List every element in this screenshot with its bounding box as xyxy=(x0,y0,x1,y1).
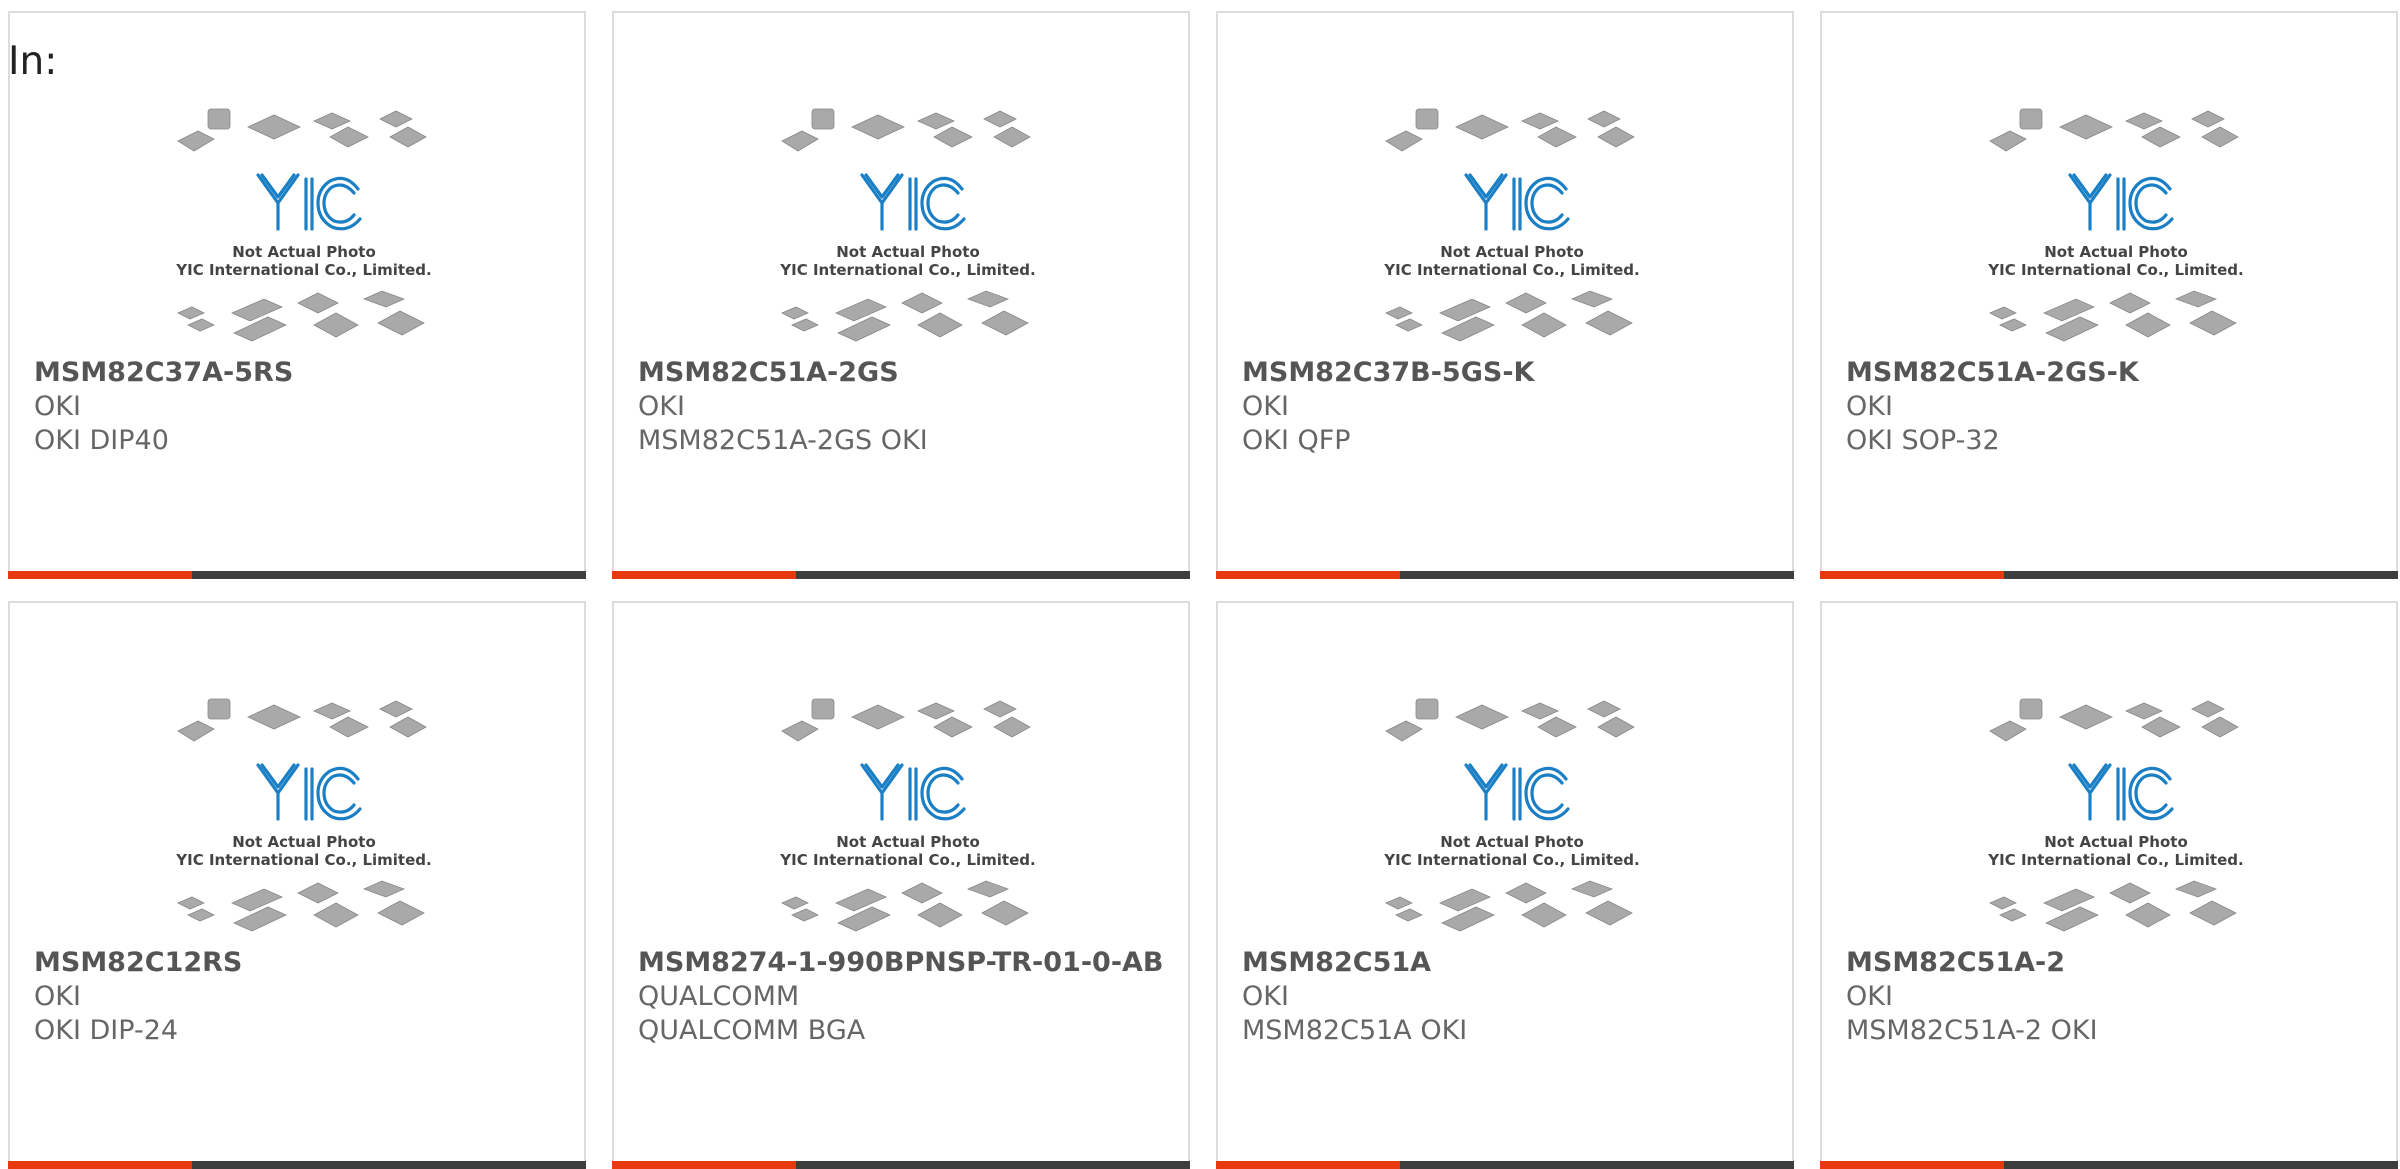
product-description: OKI DIP40 xyxy=(34,425,169,456)
part-number[interactable]: MSM82C51A xyxy=(1242,947,1431,978)
product-card[interactable]: Not Actual Photo YIC International Co., … xyxy=(8,601,586,1169)
manufacturer: OKI xyxy=(34,391,81,422)
manufacturer: OKI xyxy=(638,391,685,422)
accent-bar xyxy=(1216,1161,1794,1169)
caption-line2: YIC International Co., Limited. xyxy=(1383,261,1639,279)
product-card[interactable]: Not Actual Photo YIC International Co., … xyxy=(1216,11,1794,579)
manufacturer: QUALCOMM xyxy=(638,981,800,1012)
placeholder-photo: Not Actual Photo YIC International Co., … xyxy=(772,693,1044,943)
placeholder-photo: Not Actual Photo YIC International Co., … xyxy=(168,103,440,353)
product-description: QUALCOMM BGA xyxy=(638,1015,866,1046)
caption-line1: Not Actual Photo xyxy=(836,833,980,851)
product-card[interactable]: Not Actual Photo YIC International Co., … xyxy=(1820,11,2398,579)
product-description: OKI DIP-24 xyxy=(34,1015,179,1046)
product-description: MSM82C51A-2 OKI xyxy=(1846,1015,2098,1046)
accent-bar xyxy=(612,571,1190,579)
product-card[interactable]: Not Actual Photo YIC International Co., … xyxy=(612,11,1190,579)
part-number[interactable]: MSM82C51A-2GS-K xyxy=(1846,357,2139,388)
manufacturer: OKI xyxy=(1846,981,1893,1012)
part-number[interactable]: MSM82C51A-2 xyxy=(1846,947,2065,978)
accent-bar xyxy=(8,1161,586,1169)
caption-line1: Not Actual Photo xyxy=(1440,833,1584,851)
caption-line1: Not Actual Photo xyxy=(232,833,376,851)
placeholder-photo: Not Actual Photo YIC International Co., … xyxy=(1980,103,2252,353)
caption-line2: YIC International Co., Limited. xyxy=(1987,851,2243,869)
product-card[interactable]: Not Actual Photo YIC International Co., … xyxy=(1216,601,1794,1169)
caption-line1: Not Actual Photo xyxy=(2044,833,2188,851)
placeholder-photo: Not Actual Photo YIC International Co., … xyxy=(1980,693,2252,943)
caption-line1: Not Actual Photo xyxy=(232,243,376,261)
chip-placeholder-image: Not Actual Photo YIC International Co., … xyxy=(175,698,432,932)
part-number[interactable]: MSM82C12RS xyxy=(34,947,242,978)
accent-bar xyxy=(8,571,586,579)
placeholder-photo: Not Actual Photo YIC International Co., … xyxy=(1376,693,1648,943)
chip-placeholder-image: Not Actual Photo YIC International Co., … xyxy=(1383,698,1640,932)
part-number[interactable]: MSM82C37A-5RS xyxy=(34,357,293,388)
caption-line2: YIC International Co., Limited. xyxy=(779,851,1035,869)
manufacturer: OKI xyxy=(1846,391,1893,422)
chip-placeholder-image: Not Actual Photo YIC International Co., … xyxy=(1987,698,2244,932)
chip-placeholder-image: Not Actual Photo YIC International Co., … xyxy=(1987,108,2244,342)
caption-line1: Not Actual Photo xyxy=(836,243,980,261)
chip-placeholder-image: Not Actual Photo YIC International Co., … xyxy=(1383,108,1640,342)
chip-placeholder-image: Not Actual Photo YIC International Co., … xyxy=(779,698,1036,932)
placeholder-photo: Not Actual Photo YIC International Co., … xyxy=(1376,103,1648,353)
accent-bar xyxy=(1820,571,2398,579)
product-grid: Not Actual Photo YIC International Co., … xyxy=(0,0,2400,1169)
product-card[interactable]: Not Actual Photo YIC International Co., … xyxy=(8,11,586,579)
caption-line1: Not Actual Photo xyxy=(1440,243,1584,261)
part-number[interactable]: MSM82C51A-2GS xyxy=(638,357,899,388)
product-description: OKI QFP xyxy=(1242,425,1351,456)
product-description: OKI SOP-32 xyxy=(1846,425,2000,456)
placeholder-photo: Not Actual Photo YIC International Co., … xyxy=(168,693,440,943)
chip-placeholder-image: Not Actual Photo YIC International Co., … xyxy=(779,108,1036,342)
chip-placeholder-image: Not Actual Photo YIC International Co., … xyxy=(175,108,432,342)
placeholder-photo: Not Actual Photo YIC International Co., … xyxy=(772,103,1044,353)
accent-bar xyxy=(612,1161,1190,1169)
page-label: In: xyxy=(8,39,58,84)
caption-line2: YIC International Co., Limited. xyxy=(175,261,431,279)
caption-line2: YIC International Co., Limited. xyxy=(1987,261,2243,279)
manufacturer: OKI xyxy=(34,981,81,1012)
product-description: MSM82C51A-2GS OKI xyxy=(638,425,928,456)
accent-bar xyxy=(1820,1161,2398,1169)
caption-line2: YIC International Co., Limited. xyxy=(1383,851,1639,869)
manufacturer: OKI xyxy=(1242,391,1289,422)
accent-bar xyxy=(1216,571,1794,579)
caption-line1: Not Actual Photo xyxy=(2044,243,2188,261)
caption-line2: YIC International Co., Limited. xyxy=(175,851,431,869)
part-number[interactable]: MSM82C37B-5GS-K xyxy=(1242,357,1534,388)
part-number[interactable]: MSM8274-1-990BPNSP-TR-01-0-AB xyxy=(638,947,1164,978)
product-card[interactable]: Not Actual Photo YIC International Co., … xyxy=(612,601,1190,1169)
manufacturer: OKI xyxy=(1242,981,1289,1012)
product-description: MSM82C51A OKI xyxy=(1242,1015,1468,1046)
product-card[interactable]: Not Actual Photo YIC International Co., … xyxy=(1820,601,2398,1169)
caption-line2: YIC International Co., Limited. xyxy=(779,261,1035,279)
